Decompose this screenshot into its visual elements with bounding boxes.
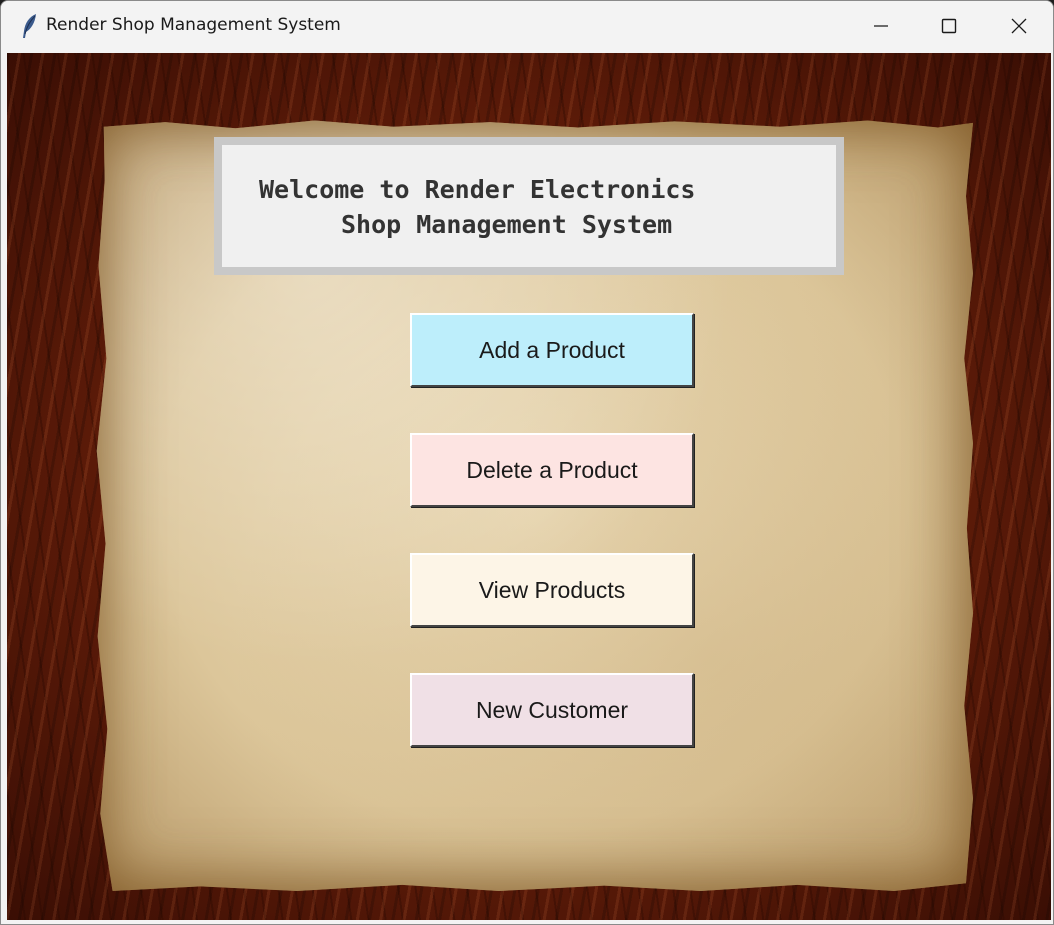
minimize-button[interactable]: [847, 1, 915, 51]
minimize-icon: [874, 25, 888, 27]
new-customer-button[interactable]: New Customer: [410, 673, 694, 747]
welcome-title-line1: Welcome to Render Electronics: [259, 175, 696, 204]
add-product-button[interactable]: Add a Product: [410, 313, 694, 387]
maximize-button[interactable]: [915, 1, 983, 51]
close-icon: [1011, 18, 1027, 34]
welcome-title-line2: Shop Management System: [341, 210, 673, 239]
app-window: Render Shop Management System Welcome to…: [0, 0, 1054, 925]
close-button[interactable]: [985, 1, 1053, 51]
wood-background: Welcome to Render Electronics Shop Manag…: [7, 53, 1051, 920]
title-bar[interactable]: Render Shop Management System: [1, 1, 1053, 51]
welcome-banner: Welcome to Render Electronics Shop Manag…: [214, 137, 844, 275]
delete-product-button[interactable]: Delete a Product: [410, 433, 694, 507]
view-products-button[interactable]: View Products: [410, 553, 694, 627]
window-title: Render Shop Management System: [46, 15, 341, 35]
maximize-icon: [941, 18, 957, 34]
feather-icon: [23, 14, 36, 38]
